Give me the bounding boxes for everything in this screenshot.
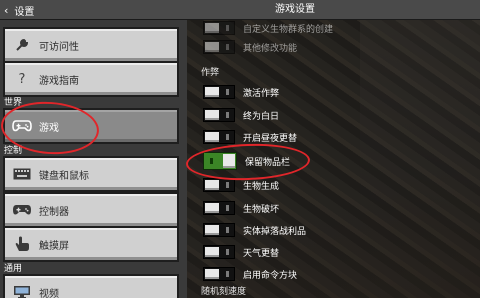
toggle-label: 生物生成: [243, 181, 280, 192]
toggle-label: 保留物品栏: [245, 157, 291, 168]
toggle-switch[interactable]: [203, 21, 235, 35]
toggle-switch[interactable]: [203, 178, 235, 192]
toggle-label: 终为白日: [243, 111, 280, 122]
sidebar-item-label: 可访问性: [39, 41, 79, 53]
sidebar-item-label: 键盘和鼠标: [39, 170, 89, 182]
toggle-switch[interactable]: [203, 201, 235, 215]
toggle-row-keep-inventory[interactable]: 保留物品栏: [203, 151, 473, 171]
toggle-switch[interactable]: [203, 245, 235, 259]
toggle-switch[interactable]: [203, 223, 235, 237]
toggle-row-mob-spawning[interactable]: 生物生成: [203, 177, 473, 193]
toggle-switch[interactable]: [203, 85, 235, 99]
back-label: 设置: [14, 6, 35, 18]
keyboard-icon: [5, 158, 39, 190]
toggle-row-command-blocks[interactable]: 启用命令方块: [203, 266, 473, 282]
sidebar-item-label: 游戏指南: [39, 75, 79, 87]
sidebar-item-label: 游戏: [39, 122, 59, 134]
toggle-row-mob-griefing[interactable]: 生物破坏: [203, 200, 473, 216]
group-label-cheats: 作弊: [201, 68, 220, 78]
sidebar-item-game[interactable]: 游戏: [3, 108, 179, 144]
sidebar-item-guide[interactable]: ? 游戏指南: [3, 61, 179, 97]
toggle-label: 启用命令方块: [243, 270, 298, 281]
group-label-random-tick: 随机刻速度: [201, 287, 247, 297]
back-button[interactable]: ‹ 设置: [0, 0, 60, 20]
toggle-row-weather-cycle[interactable]: 天气更替: [203, 244, 473, 260]
sidebar-item-accessibility[interactable]: 可访问性: [3, 27, 179, 63]
toggle-row-activate-cheats[interactable]: 激活作弊: [203, 84, 473, 100]
toggle-row-entity-drops[interactable]: 实体掉落战利品: [203, 222, 473, 238]
toggle-label: 自定义生物群系的创建: [243, 24, 334, 35]
controller-icon: [5, 110, 39, 142]
toggle-row-other-mods[interactable]: 其他修改功能: [203, 39, 473, 55]
toggle-label: 生物破坏: [243, 204, 280, 215]
sidebar-item-label: 控制器: [39, 206, 69, 218]
touch-icon: [5, 228, 39, 260]
toggle-label: 开启昼夜更替: [243, 133, 298, 144]
question-icon: ?: [18, 71, 26, 87]
sidebar-item-video[interactable]: 视频: [3, 274, 179, 298]
sidebar-item-keyboard[interactable]: 键盘和鼠标: [3, 156, 179, 192]
toggle-switch-on[interactable]: [203, 152, 237, 170]
toggle-switch[interactable]: [203, 108, 235, 122]
toggle-label: 激活作弊: [243, 88, 280, 99]
toggle-label: 实体掉落战利品: [243, 226, 307, 237]
sidebar-item-touch[interactable]: 触摸屏: [3, 226, 179, 262]
page-title: 游戏设置: [275, 4, 315, 15]
toggle-switch[interactable]: [203, 267, 235, 281]
sidebar-item-label: 触摸屏: [39, 240, 69, 252]
toggle-label: 天气更替: [243, 248, 280, 259]
top-bar: ‹ 设置 游戏设置: [0, 0, 480, 20]
toggle-label: 其他修改功能: [243, 43, 298, 54]
toggle-switch[interactable]: [203, 40, 235, 54]
back-arrow-icon: ‹: [4, 3, 9, 17]
wrench-icon: [5, 29, 39, 61]
sidebar-item-controller[interactable]: 控制器: [3, 192, 179, 228]
toggle-row-always-day[interactable]: 终为白日: [203, 107, 473, 123]
toggle-switch[interactable]: [203, 130, 235, 144]
gamepad-icon: [5, 194, 39, 226]
monitor-icon: [5, 276, 39, 298]
sidebar-item-label: 视频: [39, 288, 59, 298]
toggle-row-daylight-cycle[interactable]: 开启昼夜更替: [203, 129, 473, 145]
toggle-row-custom-biome[interactable]: 自定义生物群系的创建: [203, 20, 473, 36]
